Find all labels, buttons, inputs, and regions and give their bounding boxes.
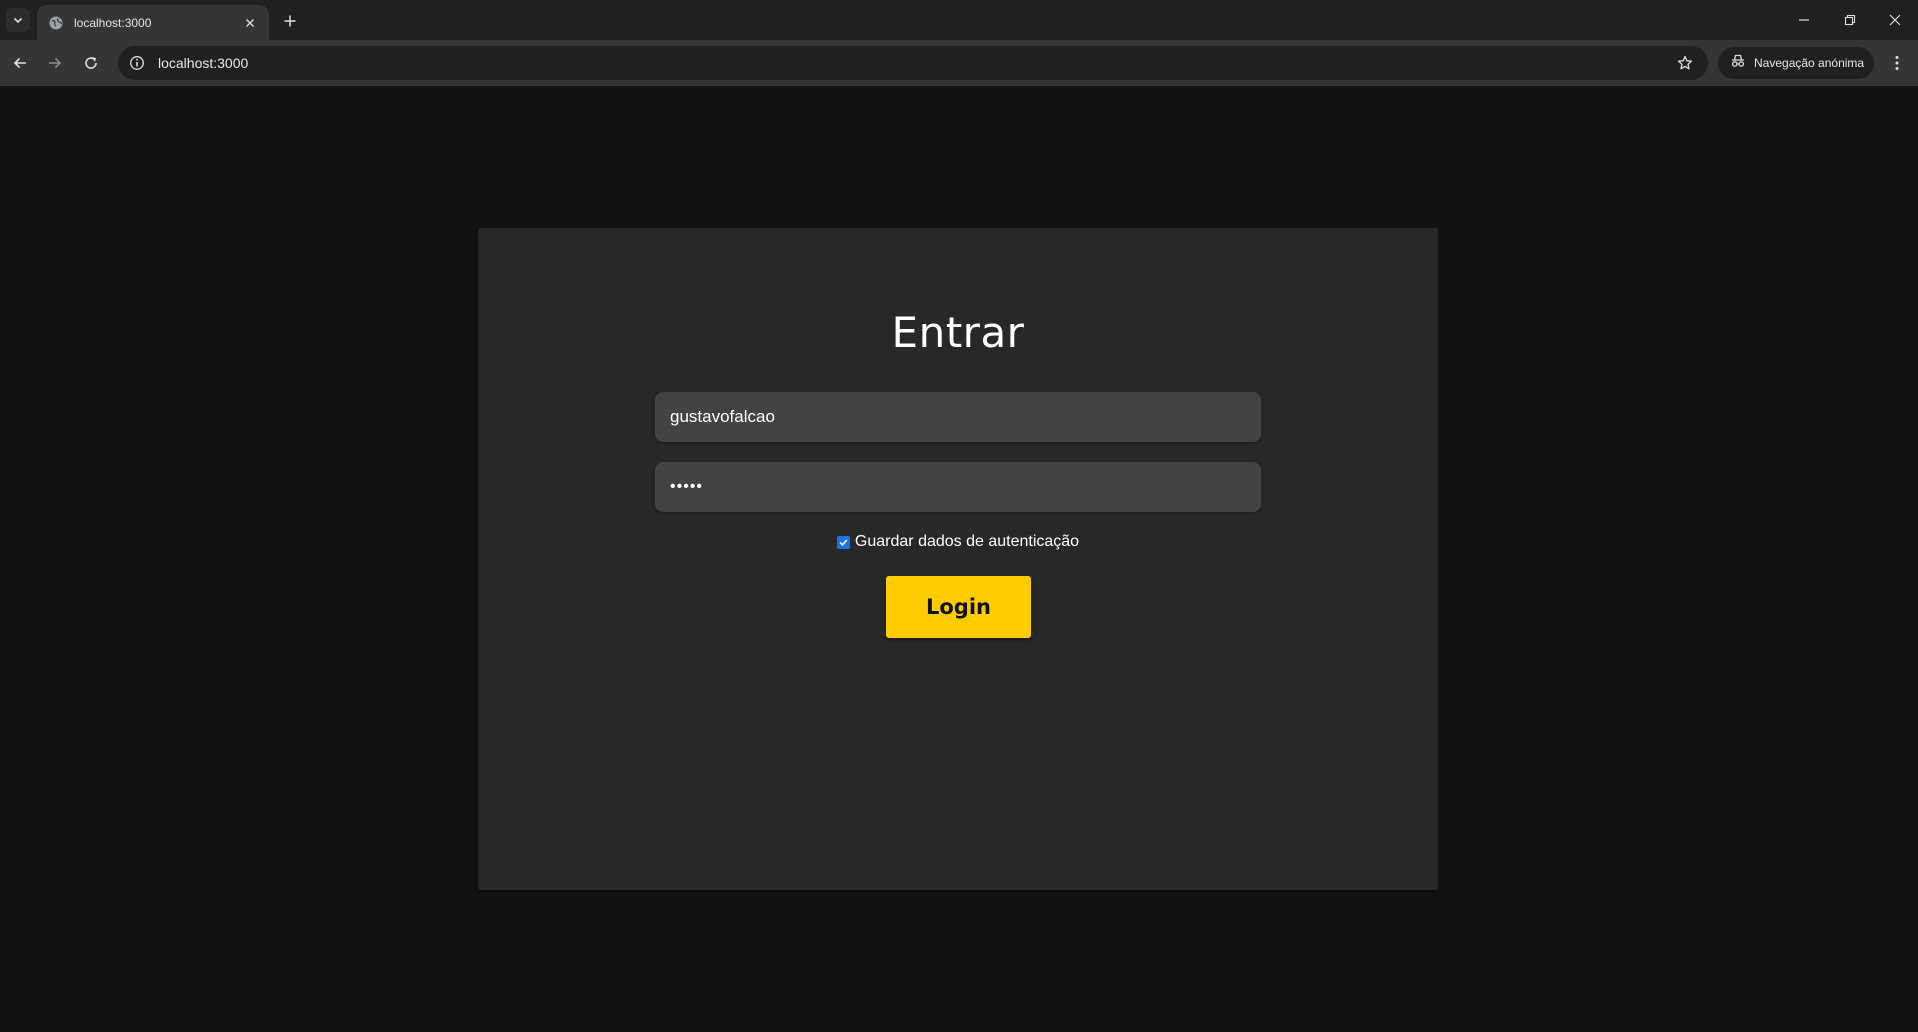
restore-button[interactable] (1835, 8, 1865, 32)
username-value: gustavofalcao (670, 407, 775, 426)
username-input[interactable]: gustavofalcao (655, 392, 1261, 442)
incognito-label: Navegação anónima (1754, 56, 1865, 70)
page-viewport: Entrar gustavofalcao ••••• Guardar dados… (0, 86, 1918, 1032)
minimize-button[interactable] (1789, 8, 1819, 32)
checkmark-icon (839, 538, 848, 546)
remember-me-label[interactable]: Guardar dados de autenticação (855, 533, 1079, 551)
login-button[interactable]: Login (886, 576, 1031, 638)
star-icon[interactable] (1676, 54, 1694, 72)
remember-me-row: Guardar dados de autenticação (478, 533, 1438, 551)
close-window-icon (1889, 14, 1901, 26)
close-window-button[interactable] (1880, 8, 1910, 32)
back-button[interactable] (7, 50, 33, 76)
reload-icon (85, 57, 97, 69)
url-text[interactable]: localhost:3000 (158, 55, 1676, 71)
info-icon[interactable] (128, 54, 146, 72)
chevron-down-icon (13, 17, 23, 24)
tab-search-button[interactable] (6, 8, 30, 32)
password-input[interactable]: ••••• (655, 462, 1261, 512)
incognito-indicator[interactable]: Navegação anónima (1718, 47, 1874, 79)
browser-tab[interactable]: localhost:3000 (37, 5, 269, 40)
password-value: ••••• (670, 478, 704, 495)
browser-titlebar: localhost:3000 (0, 0, 1918, 40)
plus-icon (284, 15, 296, 27)
arrow-right-icon (49, 57, 62, 69)
minimize-icon (1799, 19, 1809, 21)
reload-button[interactable] (78, 50, 104, 76)
restore-icon (1844, 14, 1856, 26)
new-tab-button[interactable] (278, 9, 302, 33)
incognito-icon (1730, 54, 1746, 73)
tab-title: localhost:3000 (74, 15, 152, 30)
browser-toolbar: localhost:3000 Navegação anónima (0, 40, 1918, 86)
forward-button[interactable] (42, 50, 68, 76)
page-title: Entrar (891, 308, 1025, 357)
arrow-left-icon (13, 57, 26, 69)
address-bar[interactable]: localhost:3000 (118, 46, 1708, 80)
close-icon[interactable] (241, 14, 259, 32)
login-card: Entrar gustavofalcao ••••• Guardar dados… (478, 228, 1438, 890)
kebab-menu-icon (1895, 56, 1899, 70)
browser-menu-button[interactable] (1884, 50, 1910, 76)
globe-icon (48, 15, 64, 31)
remember-me-checkbox[interactable] (836, 535, 850, 549)
